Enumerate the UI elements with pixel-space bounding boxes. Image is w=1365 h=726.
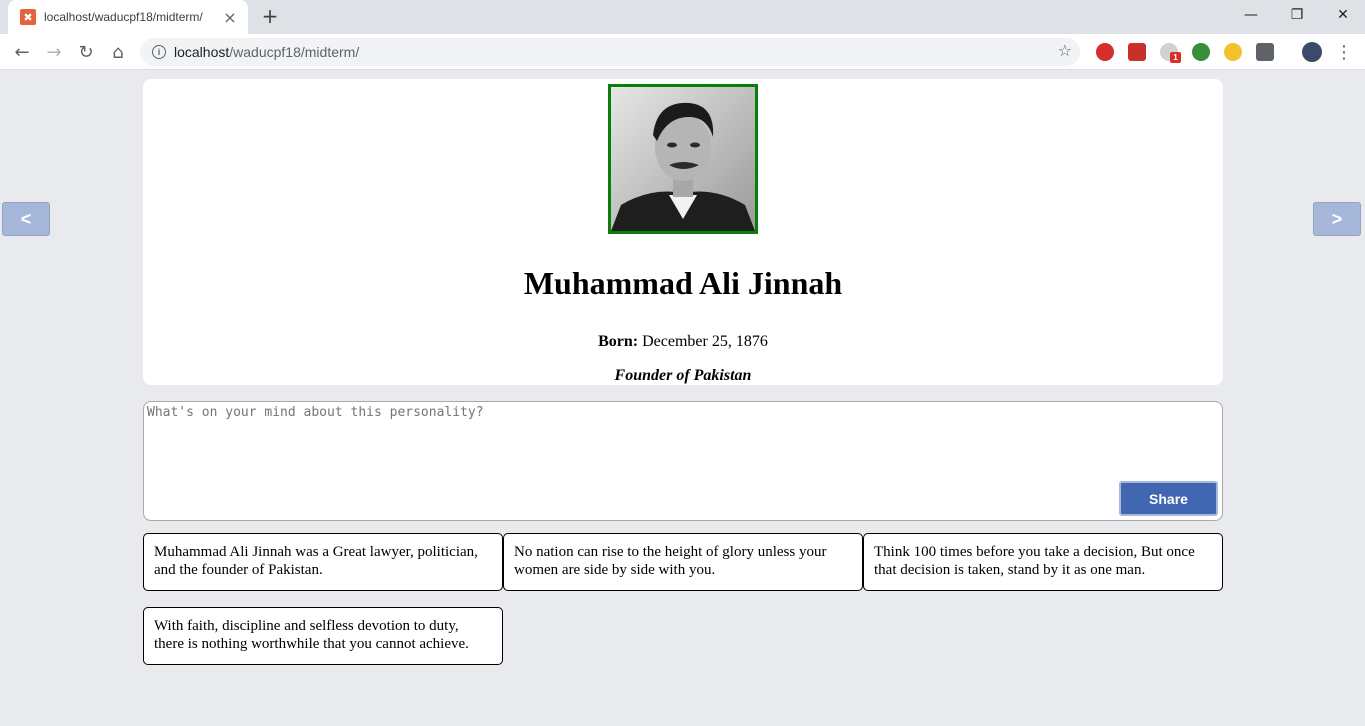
tab-strip: ✖ localhost/waducpf18/midterm/ × + — ❐ ✕	[0, 0, 1365, 34]
site-info-icon[interactable]: i	[152, 45, 166, 59]
born-label: Born:	[598, 333, 639, 350]
comment-input[interactable]	[145, 403, 1221, 478]
browser-toolbar: ← → ↻ ⌂ i localhost/waducpf18/midterm/ ☆…	[0, 34, 1365, 70]
close-window-icon[interactable]: ✕	[1320, 0, 1365, 30]
born-date: December 25, 1876	[642, 333, 768, 350]
next-button[interactable]: >	[1313, 202, 1361, 236]
moon-extension-icon[interactable]	[1224, 43, 1242, 61]
quote-card: Muhammad Ali Jinnah was a Great lawyer, …	[143, 533, 503, 591]
privacy-extension-icon[interactable]	[1256, 43, 1274, 61]
menu-kebab-icon[interactable]: ⋮	[1330, 38, 1358, 66]
personality-name: Muhammad Ali Jinnah	[523, 265, 843, 301]
globe-extension-icon[interactable]	[1192, 43, 1210, 61]
back-icon[interactable]: ←	[8, 38, 36, 66]
xampp-favicon-icon: ✖	[20, 9, 36, 25]
share-button[interactable]: Share	[1119, 481, 1218, 516]
home-icon[interactable]: ⌂	[104, 38, 132, 66]
quote-card: No nation can rise to the height of glor…	[503, 533, 863, 591]
quote-card: With faith, discipline and selfless devo…	[143, 607, 503, 665]
extension-badge: 1	[1170, 52, 1181, 63]
birth-info: Born: December 25, 1876	[143, 333, 1223, 351]
shield-extension-icon[interactable]: 1	[1160, 43, 1181, 63]
close-tab-icon[interactable]: ×	[222, 8, 238, 27]
url-path: /waducpf18/midterm/	[229, 44, 360, 60]
tab-title: localhost/waducpf18/midterm/	[44, 10, 203, 24]
new-tab-button[interactable]: +	[258, 4, 282, 28]
bookmark-star-icon[interactable]: ☆	[1058, 41, 1072, 60]
personality-title: Founder of Pakistan	[614, 367, 752, 384]
quote-card: Think 100 times before you take a decisi…	[863, 533, 1223, 591]
profile-avatar[interactable]	[1302, 42, 1322, 62]
reload-icon[interactable]: ↻	[72, 38, 100, 66]
minimize-window-icon[interactable]: —	[1228, 0, 1274, 30]
bookmark-extension-icon[interactable]	[1128, 43, 1146, 61]
restore-window-icon[interactable]: ❐	[1274, 0, 1320, 30]
previous-button[interactable]: <	[2, 202, 50, 236]
profile-card: Muhammad Ali Jinnah Born: December 25, 1…	[143, 79, 1223, 385]
browser-tab[interactable]: ✖ localhost/waducpf18/midterm/ ×	[8, 0, 248, 34]
url-host: localhost	[174, 44, 230, 60]
comment-composer: Share	[143, 401, 1223, 521]
portrait-photo	[608, 84, 758, 234]
address-bar[interactable]: i localhost/waducpf18/midterm/ ☆	[140, 38, 1080, 66]
opera-extension-icon[interactable]	[1096, 43, 1114, 61]
forward-icon[interactable]: →	[40, 38, 68, 66]
